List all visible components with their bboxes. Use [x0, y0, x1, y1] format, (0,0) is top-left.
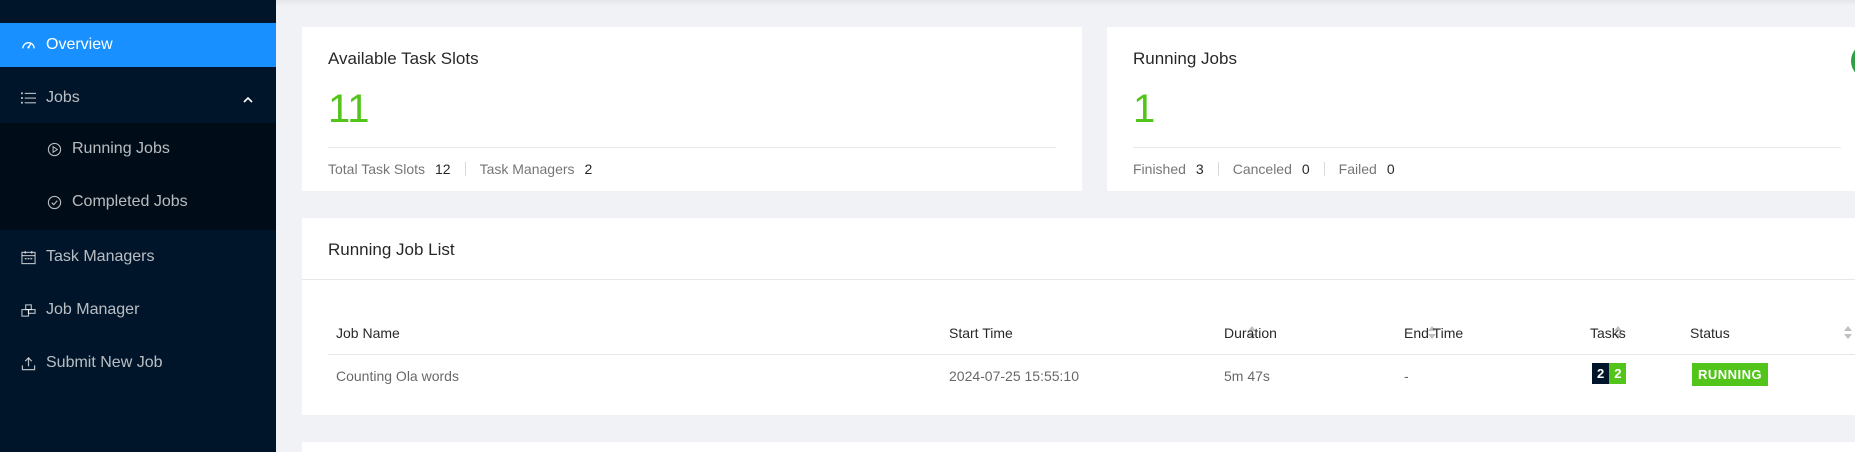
next-card: [302, 442, 1855, 452]
running-job-list-card: Running Job List Job Name Start Time Dur…: [302, 218, 1855, 415]
divider: [1133, 147, 1841, 148]
check-circle-icon: [46, 194, 62, 210]
failed-label: Failed: [1338, 161, 1377, 177]
build-icon: [20, 302, 36, 318]
task-managers-value: 2: [584, 161, 593, 177]
table-row[interactable]: Counting Ola words 2024-07-25 15:55:10 5…: [328, 355, 1855, 397]
jobs-submenu: Running Jobs Completed Jobs: [0, 123, 276, 230]
column-header-tasks: Tasks: [1590, 325, 1626, 341]
finished-label: Finished: [1133, 161, 1186, 177]
sort-icon[interactable]: [1844, 326, 1852, 340]
status-badge: RUNNING: [1692, 363, 1769, 386]
upload-icon: [20, 355, 36, 371]
tasks-cell: 2 2: [1592, 363, 1627, 384]
card-title: Running Jobs: [1133, 49, 1237, 68]
end-time-cell: -: [1404, 368, 1409, 384]
sidebar-item-submit-new-job[interactable]: Submit New Job: [0, 341, 276, 385]
sidebar: Overview Jobs Running Jobs Completed Job…: [0, 0, 276, 452]
column-header-end-time[interactable]: End Time: [1404, 325, 1463, 341]
canceled-value: 0: [1301, 161, 1310, 177]
canceled-label: Canceled: [1232, 161, 1292, 177]
running-jobs-card: Running Jobs 1 Finished 3 Canceled 0 Fai…: [1107, 27, 1855, 191]
start-time-cell: 2024-07-25 15:55:10: [949, 368, 1079, 384]
status-indicator-icon: [1851, 43, 1855, 79]
finished-value: 3: [1195, 161, 1204, 177]
divider: [1323, 162, 1325, 176]
divider: [302, 279, 1855, 280]
slot-stats: Total Task Slots 12 Task Managers 2: [328, 161, 592, 177]
column-header-status[interactable]: Status: [1690, 325, 1730, 341]
sidebar-item-running-jobs[interactable]: Running Jobs: [0, 127, 276, 171]
tasks-running-badge: 2: [1609, 363, 1627, 384]
sidebar-item-label: Completed Jobs: [72, 193, 188, 210]
sidebar-item-label: Submit New Job: [46, 354, 163, 371]
sidebar-item-label: Overview: [46, 36, 113, 53]
tasks-total-badge: 2: [1592, 363, 1610, 384]
sidebar-item-job-manager[interactable]: Job Manager: [0, 288, 276, 332]
job-stats: Finished 3 Canceled 0 Failed 0: [1133, 161, 1395, 177]
divider: [1217, 162, 1219, 176]
duration-cell: 5m 47s: [1224, 368, 1270, 384]
column-header-job-name[interactable]: Job Name: [336, 325, 400, 341]
sidebar-item-jobs[interactable]: Jobs: [0, 76, 276, 120]
available-task-slots-card: Available Task Slots 11 Total Task Slots…: [302, 27, 1082, 191]
column-header-start-time[interactable]: Start Time: [949, 325, 1013, 341]
job-table: Job Name Start Time Duration End Time Ta…: [328, 313, 1855, 397]
card-title: Running Job List: [328, 240, 455, 259]
chevron-up-icon[interactable]: [242, 92, 254, 110]
sidebar-item-overview[interactable]: Overview: [0, 23, 276, 67]
available-slots-value: 11: [328, 87, 370, 131]
sidebar-item-task-managers[interactable]: Task Managers: [0, 235, 276, 279]
dashboard-icon: [20, 37, 36, 53]
list-icon: [20, 90, 36, 106]
task-managers-label: Task Managers: [479, 161, 575, 177]
running-jobs-value: 1: [1133, 87, 1156, 131]
divider: [464, 162, 466, 176]
column-header-duration[interactable]: Duration: [1224, 325, 1277, 341]
sidebar-item-label: Task Managers: [46, 248, 155, 265]
divider: [328, 147, 1056, 148]
sidebar-item-completed-jobs[interactable]: Completed Jobs: [0, 180, 276, 224]
card-title: Available Task Slots: [328, 49, 479, 68]
failed-value: 0: [1386, 161, 1395, 177]
schedule-icon: [20, 249, 36, 265]
total-slots-label: Total Task Slots: [328, 161, 426, 177]
table-header: Job Name Start Time Duration End Time Ta…: [328, 313, 1855, 355]
job-name-cell[interactable]: Counting Ola words: [336, 368, 459, 384]
total-slots-value: 12: [435, 161, 451, 177]
sidebar-item-label: Running Jobs: [72, 140, 170, 157]
sidebar-item-label: Job Manager: [46, 301, 140, 318]
sidebar-item-label: Jobs: [46, 89, 80, 106]
header-shadow: [276, 0, 1855, 6]
play-circle-icon: [46, 141, 62, 157]
